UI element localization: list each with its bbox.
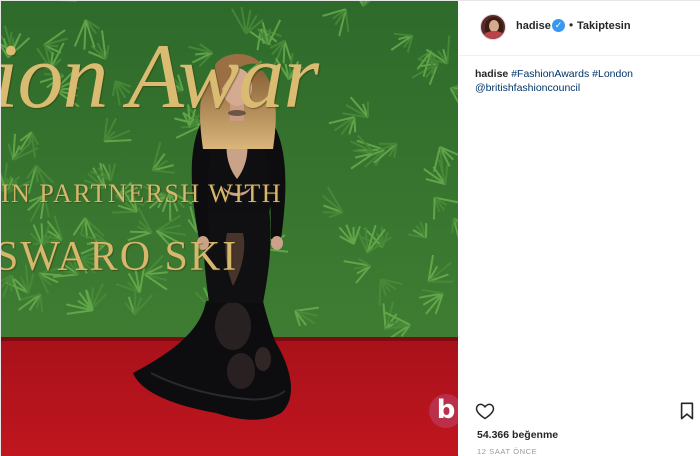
- avatar[interactable]: [480, 14, 506, 40]
- header-username[interactable]: hadise: [516, 20, 551, 32]
- backdrop-sponsor-text: SWARO SKI: [1, 234, 239, 280]
- post-side-panel: hadise ✓ • Takiptesin hadise #FashionAwa…: [459, 1, 700, 456]
- post-photo[interactable]: ion Awar IN PARTNERSH WITH SWARO SKI b: [1, 1, 458, 456]
- post-timestamp: 12 SAAT ÖNCE: [477, 447, 538, 456]
- likes-count[interactable]: 54.366 beğenme: [477, 429, 558, 441]
- follow-status-button[interactable]: Takiptesin: [577, 20, 631, 32]
- verified-badge-icon: ✓: [552, 19, 565, 32]
- hashtag-london[interactable]: #London: [592, 68, 633, 80]
- backdrop-partners-text: IN PARTNERSH WITH: [1, 179, 283, 208]
- bookmark-icon[interactable]: [679, 402, 695, 420]
- post-header: hadise ✓ • Takiptesin: [459, 1, 700, 56]
- header-separator: •: [569, 18, 574, 32]
- caption-username[interactable]: hadise: [475, 68, 508, 80]
- post-caption: hadise #FashionAwards #London @britishfa…: [475, 67, 690, 95]
- heart-icon[interactable]: [475, 401, 495, 421]
- instagram-post: ion Awar IN PARTNERSH WITH SWARO SKI b h…: [0, 0, 700, 456]
- mention-britishfashioncouncil[interactable]: @britishfashioncouncil: [475, 82, 580, 94]
- post-actions: [459, 397, 700, 425]
- backdrop-script-text: ion Awar: [1, 25, 319, 127]
- watermark-logo: b: [429, 394, 458, 428]
- hashtag-fashionawards[interactable]: #FashionAwards: [511, 68, 589, 80]
